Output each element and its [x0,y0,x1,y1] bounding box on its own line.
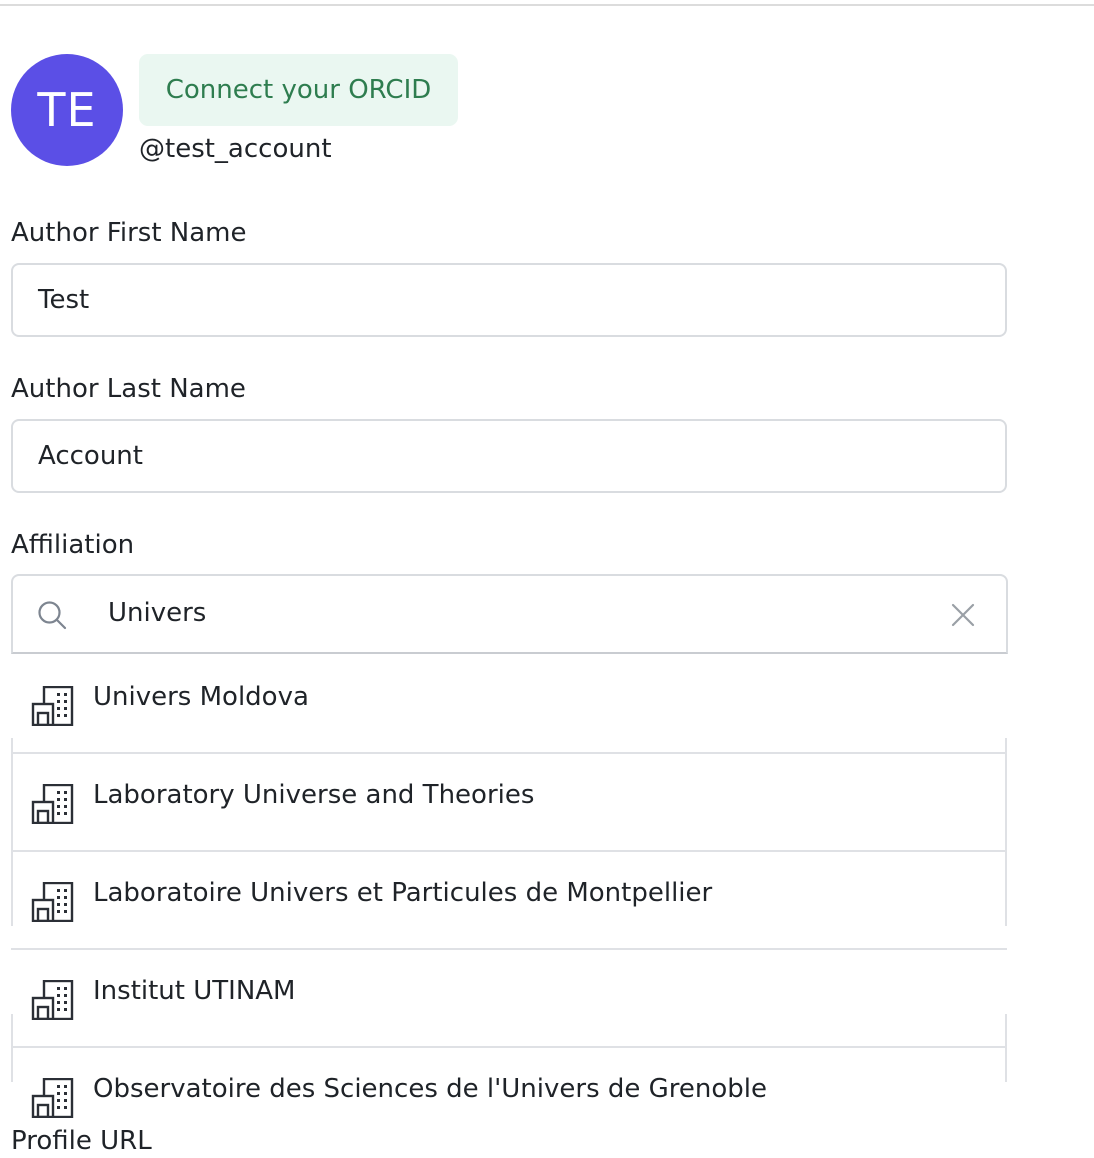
affiliation-label: Affiliation [11,530,135,560]
affiliation-option-label: Univers Moldova [93,682,309,712]
affiliation-option[interactable]: Institut UTINAM [11,948,1007,1046]
building-icon [31,882,74,922]
affiliation-option-label: Laboratory Universe and Theories [93,780,535,810]
building-icon [31,784,74,824]
affiliation-search-input[interactable]: Univers [11,574,1008,654]
affiliation-option[interactable]: Univers Moldova [11,654,1007,752]
affiliation-option-label: Laboratoire Univers et Particules de Mon… [93,878,713,908]
profile-url-label: Profile URL [11,1126,152,1156]
avatar-initials: TE [37,83,97,137]
affiliation-option[interactable]: Observatoire des Sciences de l'Univers d… [11,1046,1007,1126]
top-divider [0,4,1094,6]
building-icon [31,1078,74,1118]
building-icon [31,980,74,1020]
affiliation-option-label: Institut UTINAM [93,976,296,1006]
connect-orcid-button[interactable]: Connect your ORCID [139,54,458,126]
affiliation-option-label: Observatoire des Sciences de l'Univers d… [93,1074,768,1104]
affiliation-option[interactable]: Laboratoire Univers et Particules de Mon… [11,850,1007,948]
username: @test_account [139,134,332,164]
affiliation-option[interactable]: Laboratory Universe and Theories [11,752,1007,850]
first-name-value: Test [38,285,90,315]
connect-orcid-label: Connect your ORCID [165,75,432,105]
first-name-field[interactable]: Test [11,263,1007,337]
first-name-label: Author First Name [11,218,247,248]
avatar: TE [11,54,123,166]
last-name-field[interactable]: Account [11,419,1007,493]
affiliation-search-value: Univers [108,598,207,628]
search-icon [38,601,67,630]
last-name-value: Account [38,441,143,471]
building-icon [31,686,74,726]
last-name-label: Author Last Name [11,374,246,404]
profile-settings-page: TE Connect your ORCID @test_account Auth… [0,0,1094,1158]
close-icon[interactable] [950,602,976,628]
